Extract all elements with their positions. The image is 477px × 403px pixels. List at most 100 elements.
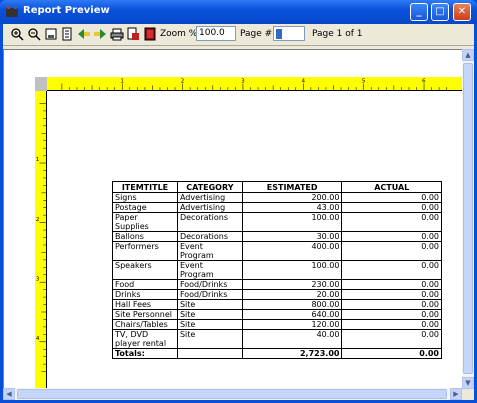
estimated-cell: 400.00	[241, 241, 343, 261]
totals-estimated: 2,723.00	[241, 348, 343, 359]
table-row: Paper Supplies Decorations 100.00 0.00	[112, 212, 442, 232]
category-cell: Food/Drinks	[176, 289, 243, 300]
ruler-number: 6	[422, 79, 426, 85]
item-cell: Speakers	[112, 260, 178, 280]
table-row: Postage Advertising 43.00 0.00	[112, 202, 442, 213]
title-bar[interactable]: Report Preview _ □ ✕	[0, 0, 477, 24]
estimated-cell: 230.00	[241, 279, 343, 290]
ruler-number: 4	[301, 79, 305, 85]
toolbar: Zoom % 100.0 Page # Page 1 of 1	[3, 24, 474, 46]
text-cursor	[276, 29, 282, 39]
column-header: ITEMTITLE	[112, 181, 178, 193]
export-icon[interactable]	[126, 27, 140, 41]
zoom-out-icon[interactable]	[27, 27, 41, 41]
previous-page-icon[interactable]	[77, 27, 91, 41]
chevron-left-icon: ◀	[6, 390, 12, 398]
table-row: Drinks Food/Drinks 20.00 0.00	[112, 289, 442, 300]
table-row: Site Personnel Site 640.00 0.00	[112, 309, 442, 320]
item-cell: Chairs/Tables	[112, 319, 178, 330]
estimated-cell: 100.00	[241, 260, 343, 280]
page-number-input[interactable]	[273, 26, 305, 41]
category-cell: Food/Drinks	[176, 279, 243, 290]
ruler-number: 1	[120, 79, 124, 85]
estimated-cell: 200.00	[241, 192, 343, 203]
ruler-number: 3	[36, 276, 40, 282]
horizontal-ruler: 1 2 3 4 5 6	[47, 77, 462, 91]
zoom-in-icon[interactable]	[10, 27, 24, 41]
scroll-left-button[interactable]: ◀	[3, 388, 15, 400]
app-icon	[6, 6, 18, 17]
table-row: Performers Event Program 400.00 0.00	[112, 241, 442, 261]
actual-cell: 0.00	[341, 289, 442, 300]
table-row: TV, DVD player rental Site 40.00 0.00	[112, 329, 442, 349]
item-cell: Site Personnel	[112, 309, 178, 320]
estimated-cell: 40.00	[241, 329, 343, 349]
estimated-cell: 120.00	[241, 319, 343, 330]
item-cell: Food	[112, 279, 178, 290]
horizontal-scroll-thumb[interactable]	[17, 389, 447, 399]
actual-cell: 0.00	[341, 192, 442, 203]
scroll-down-button[interactable]: ▼	[462, 377, 474, 389]
totals-label: Totals:	[112, 348, 178, 359]
ruler-number: 4	[36, 336, 40, 342]
ruler-number: 1	[36, 157, 40, 163]
column-header: ESTIMATED	[241, 181, 343, 193]
table-row: Hall Fees Site 800.00 0.00	[112, 299, 442, 310]
next-page-icon[interactable]	[93, 27, 107, 41]
ruler-number: 3	[241, 79, 245, 85]
horizontal-scrollbar[interactable]: ◀ ▶	[3, 388, 462, 400]
actual-cell: 0.00	[341, 260, 442, 280]
fit-page-icon[interactable]	[44, 27, 58, 41]
item-cell: Hall Fees	[112, 299, 178, 310]
vertical-scrollbar[interactable]: ▲ ▼	[462, 49, 474, 389]
category-cell: Decorations	[176, 212, 243, 232]
vertical-scroll-thumb[interactable]	[463, 63, 473, 374]
item-cell: Ballons	[112, 231, 178, 242]
category-cell: Advertising	[176, 202, 243, 213]
item-cell: Postage	[112, 202, 178, 213]
ruler-number: 2	[36, 217, 40, 223]
category-cell: Site	[176, 299, 243, 310]
page-view-icon[interactable]	[60, 27, 74, 41]
maximize-button[interactable]: □	[431, 3, 449, 21]
estimated-cell: 30.00	[241, 231, 343, 242]
zoom-input[interactable]: 100.0	[196, 26, 236, 41]
table-row: Signs Advertising 200.00 0.00	[112, 192, 442, 203]
close-preview-icon[interactable]	[143, 27, 157, 41]
vertical-ruler: 1 2 3 4	[35, 91, 47, 388]
ruler-number: 2	[181, 79, 185, 85]
item-cell: Paper Supplies	[112, 212, 178, 232]
chevron-up-icon: ▲	[465, 51, 471, 59]
actual-cell: 0.00	[341, 279, 442, 290]
actual-cell: 0.00	[341, 309, 442, 320]
scroll-up-button[interactable]: ▲	[462, 49, 474, 61]
page-number-label: Page #	[240, 29, 273, 39]
scroll-right-button[interactable]: ▶	[450, 388, 462, 400]
estimated-cell: 800.00	[241, 299, 343, 310]
page-count: Page 1 of 1	[312, 29, 363, 39]
estimated-cell: 640.00	[241, 309, 343, 320]
actual-cell: 0.00	[341, 329, 442, 349]
client-area: Zoom % 100.0 Page # Page 1 of 1 1 2 3 4 5 6 1…	[3, 24, 474, 400]
item-cell: Drinks	[112, 289, 178, 300]
minimize-button[interactable]: _	[410, 3, 428, 21]
category-cell: Site	[176, 319, 243, 330]
actual-cell: 0.00	[341, 241, 442, 261]
item-cell: Signs	[112, 192, 178, 203]
item-cell: Performers	[112, 241, 178, 261]
category-cell: Event Program	[176, 260, 243, 280]
ruler-corner	[35, 77, 47, 91]
totals-row: Totals: 2,723.00 0.00	[112, 348, 442, 359]
totals-category-cell	[176, 348, 243, 359]
print-icon[interactable]	[110, 27, 124, 41]
estimated-cell: 43.00	[241, 202, 343, 213]
category-cell: Decorations	[176, 231, 243, 242]
close-button[interactable]: ✕	[453, 3, 471, 21]
minimize-icon: _	[416, 6, 422, 17]
table-row: Food Food/Drinks 230.00 0.00	[112, 279, 442, 290]
window-title: Report Preview	[23, 5, 110, 16]
chevron-right-icon: ▶	[453, 390, 459, 398]
totals-actual: 0.00	[341, 348, 442, 359]
actual-cell: 0.00	[341, 231, 442, 242]
preview-viewport[interactable]: 1 2 3 4 5 6 1 2 3 4 ITEMTITLE CATEGORY ESTIMATED…	[3, 49, 463, 389]
